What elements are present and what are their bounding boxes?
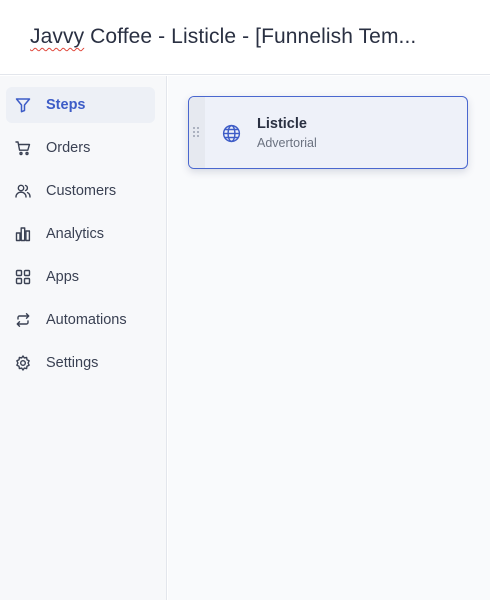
sidebar-item-automations[interactable]: Automations [6,302,155,338]
sidebar-item-steps[interactable]: Steps [6,87,155,123]
sidebar-item-label: Automations [46,312,127,328]
sidebar-item-label: Analytics [46,226,105,242]
sidebar-item-label: Steps [46,97,86,113]
sidebar-item-settings[interactable]: Settings [6,345,155,381]
drag-dots-icon [193,127,199,137]
cart-icon [15,140,31,156]
globe-icon [222,124,241,143]
misspelled-word: Javvy [30,25,85,48]
step-title: Listicle [257,116,307,132]
sidebar-item-orders[interactable]: Orders [6,130,155,166]
sidebar-item-label: Orders [46,140,91,156]
sidebar-item-label: Customers [46,183,117,199]
funnel-title-rest: Coffee - Listicle - [Funnelish Tem... [84,25,417,48]
sidebar-item-label: Apps [46,269,80,285]
sidebar-item-label: Settings [46,355,99,371]
gear-icon [15,355,31,371]
apps-grid-icon [15,269,31,285]
sidebar-item-apps[interactable]: Apps [6,259,155,295]
filter-icon [15,97,31,113]
users-icon [15,183,31,199]
steps-canvas: Listicle Advertorial [168,76,490,600]
analytics-icon [15,226,31,242]
funnel-title: Javvy Coffee - Listicle - [Funnelish Tem… [30,25,416,49]
sidebar-item-customers[interactable]: Customers [6,173,155,209]
step-subtitle: Advertorial [257,136,317,150]
step-card[interactable]: Listicle Advertorial [188,96,468,169]
top-header: Javvy Coffee - Listicle - [Funnelish Tem… [0,0,490,75]
repeat-icon [15,312,31,328]
sidebar: Steps Orders Customers Analytics Apps Au… [0,76,167,600]
sidebar-item-analytics[interactable]: Analytics [6,216,155,252]
drag-handle[interactable] [189,97,205,168]
